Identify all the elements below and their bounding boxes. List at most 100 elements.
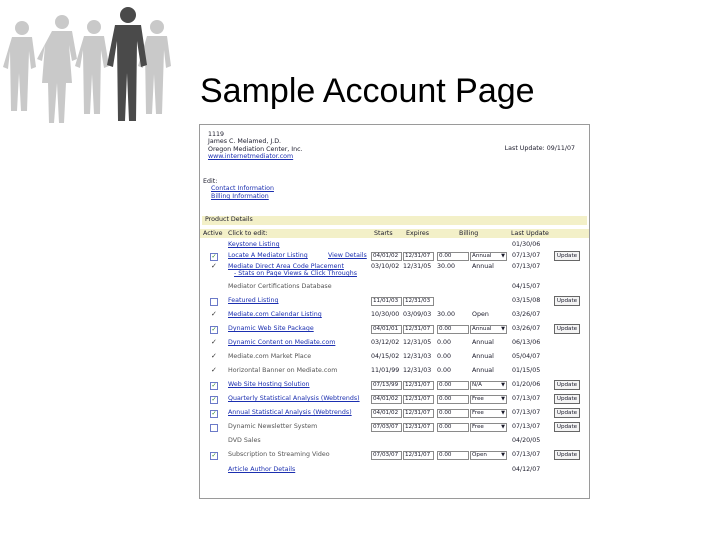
product-name[interactable]: Dynamic Web Site Package xyxy=(228,325,314,332)
chevron-down-icon: ▼ xyxy=(501,452,505,458)
col-starts: Starts xyxy=(374,230,393,237)
last-update-date: 01/30/06 xyxy=(512,241,541,248)
billing-type: Annual xyxy=(472,353,494,360)
expires-date: 12/31/03 xyxy=(403,367,432,374)
billing-information-link[interactable]: Billing Information xyxy=(211,193,274,200)
active-checkbox[interactable] xyxy=(210,424,218,432)
last-update-date: 01/15/05 xyxy=(512,367,541,374)
billing-amount[interactable]: 0.00 xyxy=(437,381,469,390)
starts-date: 03/10/02 xyxy=(371,263,400,270)
chevron-down-icon: ▼ xyxy=(501,410,505,416)
product-name[interactable]: Web Site Hosting Solution xyxy=(228,381,310,388)
product-name[interactable]: Keystone Listing xyxy=(228,241,280,248)
contact-information-link[interactable]: Contact Information xyxy=(211,185,274,192)
active-checkbox[interactable]: ✓ xyxy=(210,396,218,404)
starts-date: 03/12/02 xyxy=(371,339,400,346)
update-button[interactable]: Update xyxy=(554,422,580,432)
billing-amount[interactable]: 0.00 xyxy=(437,252,469,261)
billing-amount[interactable]: 0.00 xyxy=(437,423,469,432)
expires-date[interactable]: 12/31/07 xyxy=(403,252,434,261)
last-update-date: 07/13/07 xyxy=(512,451,541,458)
starts-date[interactable]: 11/01/03 xyxy=(371,297,402,306)
view-details-link[interactable]: View Details xyxy=(328,252,367,259)
update-button[interactable]: Update xyxy=(554,408,580,418)
active-check-icon: ✓ xyxy=(211,352,217,360)
update-button[interactable]: Update xyxy=(554,251,580,261)
billing-amount[interactable]: 0.00 xyxy=(437,325,469,334)
active-checkbox[interactable]: ✓ xyxy=(210,326,218,334)
starts-date[interactable]: 04/01/01 xyxy=(371,325,402,334)
billing-select[interactable]: Annual ▼ xyxy=(470,252,507,261)
product-name[interactable]: Locate A Mediator Listing xyxy=(228,252,308,259)
billing-select[interactable]: Annual ▼ xyxy=(470,325,507,334)
last-update-date: 07/13/07 xyxy=(512,252,541,259)
col-expires: Expires xyxy=(406,230,430,237)
expires-date[interactable]: 12/31/03 xyxy=(403,297,434,306)
product-name: DVD Sales xyxy=(228,437,261,444)
update-button[interactable]: Update xyxy=(554,296,580,306)
product-name[interactable]: Annual Statistical Analysis (Webtrends) xyxy=(228,409,352,416)
expires-date[interactable]: 12/31/07 xyxy=(403,381,434,390)
last-update-date: 04/20/05 xyxy=(512,437,541,444)
billing-type: Annual xyxy=(472,263,494,270)
starts-date: 10/30/00 xyxy=(371,311,400,318)
billing-select-value: Annual xyxy=(472,253,492,259)
billing-type: Annual xyxy=(472,339,494,346)
billing-amount[interactable]: 0.00 xyxy=(437,395,469,404)
expires-date[interactable]: 12/31/07 xyxy=(403,395,434,404)
billing-amount: 0.00 xyxy=(437,367,452,374)
active-checkbox[interactable]: ✓ xyxy=(210,410,218,418)
billing-select[interactable]: Free ▼ xyxy=(470,409,507,418)
billing-select[interactable]: Free ▼ xyxy=(470,423,507,432)
col-active: Active xyxy=(203,230,223,237)
product-name: Mediate.com Market Place xyxy=(228,353,312,360)
active-checkbox[interactable]: ✓ xyxy=(210,382,218,390)
billing-select[interactable]: N/A ▼ xyxy=(470,381,507,390)
account-header: 1119 James C. Melamed, J.D. Oregon Media… xyxy=(208,131,303,161)
last-update-date: 07/13/07 xyxy=(512,395,541,402)
update-button[interactable]: Update xyxy=(554,380,580,390)
starts-date[interactable]: 07/03/07 xyxy=(371,451,402,460)
product-name[interactable]: Featured Listing xyxy=(228,297,279,304)
edit-label: Edit: xyxy=(203,178,218,185)
starts-date: 11/01/99 xyxy=(371,367,400,374)
last-update-date: 03/26/07 xyxy=(512,325,541,332)
expires-date[interactable]: 12/31/07 xyxy=(403,423,434,432)
expires-date: 12/31/05 xyxy=(403,339,432,346)
expires-date[interactable]: 12/31/07 xyxy=(403,325,434,334)
expires-date: 03/09/03 xyxy=(403,311,432,318)
billing-select[interactable]: Open ▼ xyxy=(470,451,507,460)
active-check-icon: ✓ xyxy=(211,338,217,346)
product-name[interactable]: Quarterly Statistical Analysis (Webtrend… xyxy=(228,395,360,402)
product-name[interactable]: Dynamic Content on Mediate.com xyxy=(228,339,335,346)
expires-date[interactable]: 12/31/07 xyxy=(403,451,434,460)
chevron-down-icon: ▼ xyxy=(501,326,505,332)
last-update-date: 04/12/07 xyxy=(512,466,541,473)
product-name-detail[interactable]: - Stats on Page Views & Click Throughs xyxy=(234,270,357,277)
product-name[interactable]: Article Author Details xyxy=(228,466,295,473)
update-button[interactable]: Update xyxy=(554,324,580,334)
account-url-link[interactable]: www.internetmediator.com xyxy=(208,153,303,160)
starts-date[interactable]: 07/13/99 xyxy=(371,381,402,390)
billing-select-value: Free xyxy=(472,396,484,402)
starts-date[interactable]: 04/01/02 xyxy=(371,252,402,261)
last-update-date: 03/15/08 xyxy=(512,297,541,304)
active-checkbox[interactable]: ✓ xyxy=(210,253,218,261)
last-update-date: 04/15/07 xyxy=(512,283,541,290)
update-button[interactable]: Update xyxy=(554,394,580,404)
billing-select[interactable]: Free ▼ xyxy=(470,395,507,404)
billing-amount: 0.00 xyxy=(437,353,452,360)
product-name[interactable]: Mediate.com Calendar Listing xyxy=(228,311,322,318)
starts-date[interactable]: 07/03/07 xyxy=(371,423,402,432)
update-button[interactable]: Update xyxy=(554,450,580,460)
billing-select-value: Open xyxy=(472,452,487,458)
expires-date[interactable]: 12/31/07 xyxy=(403,409,434,418)
billing-amount[interactable]: 0.00 xyxy=(437,451,469,460)
active-checkbox[interactable]: ✓ xyxy=(210,452,218,460)
active-checkbox[interactable] xyxy=(210,298,218,306)
edit-section: Edit: Contact Information Billing Inform… xyxy=(203,178,274,200)
billing-amount[interactable]: 0.00 xyxy=(437,409,469,418)
product-name: Mediator Certifications Database xyxy=(228,283,332,290)
starts-date[interactable]: 04/01/02 xyxy=(371,409,402,418)
starts-date[interactable]: 04/01/02 xyxy=(371,395,402,404)
